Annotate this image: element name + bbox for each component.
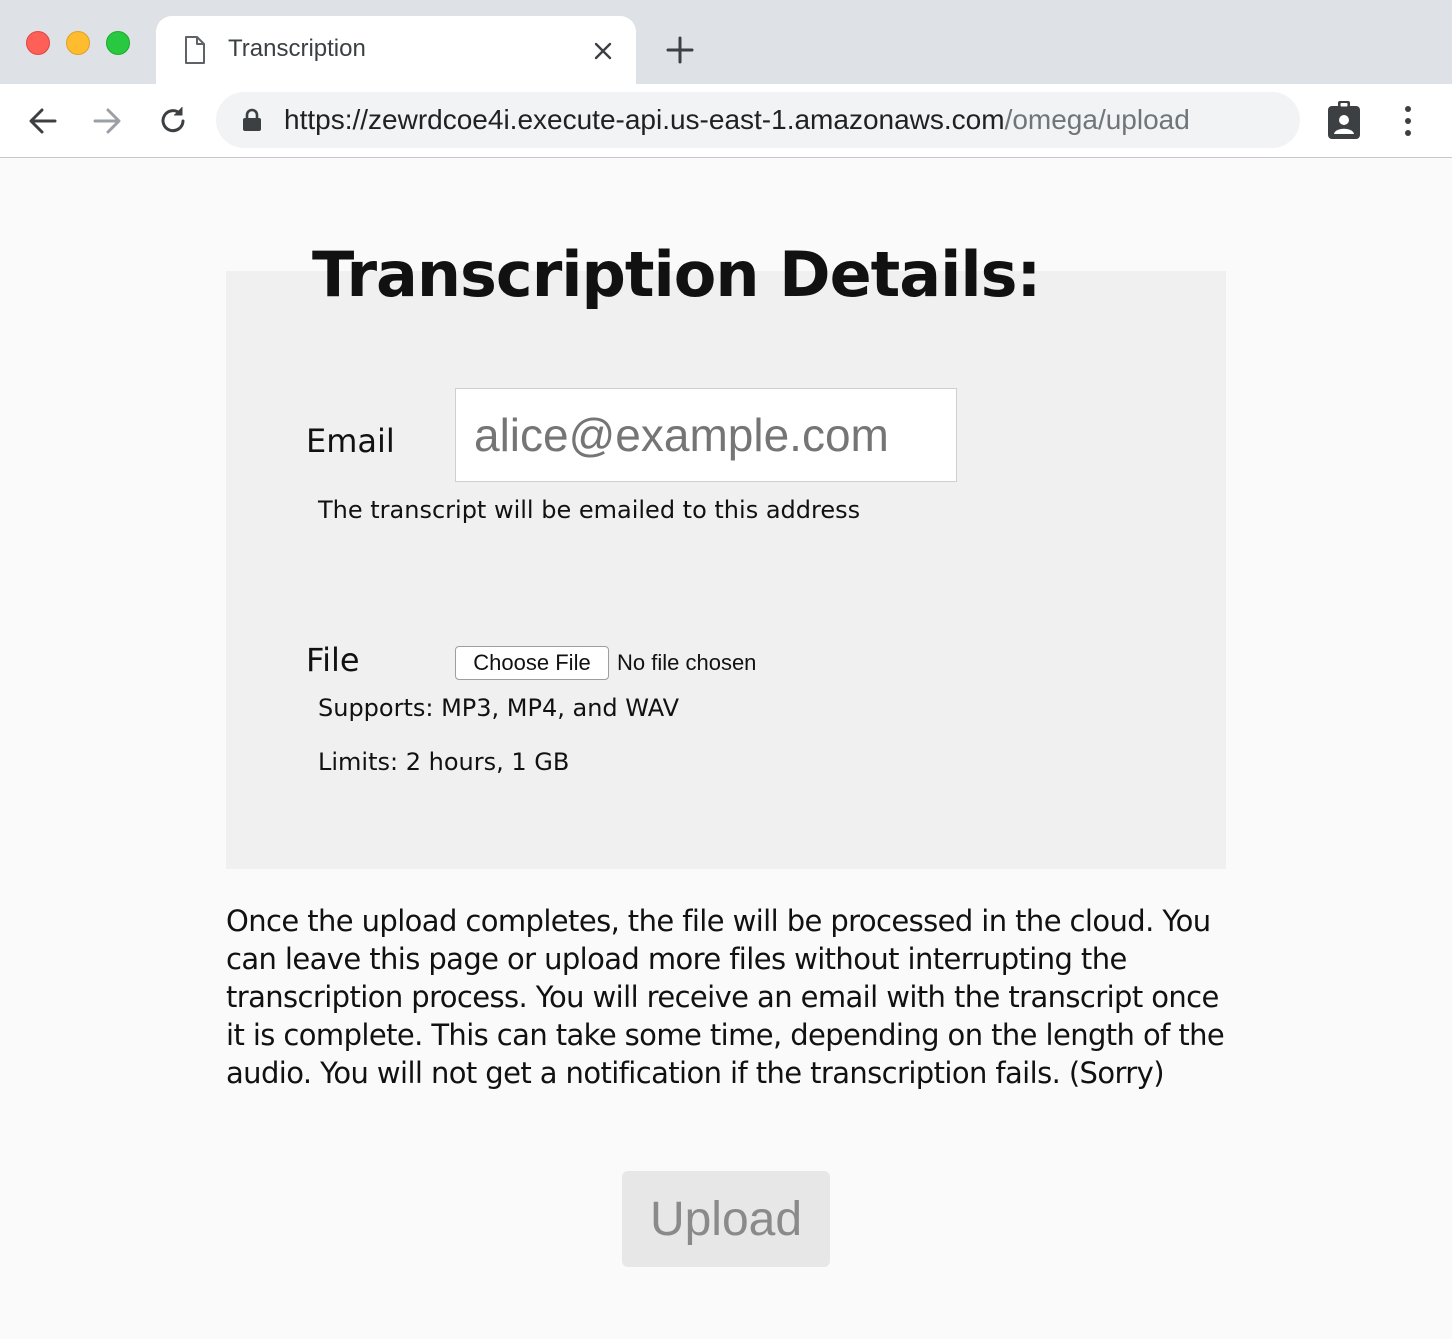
url-host: https://zewrdcoe4i.execute-api.us-east-1…: [284, 104, 1005, 135]
email-label: Email: [306, 422, 395, 460]
window-close-button[interactable]: [26, 31, 50, 55]
tab-transcription[interactable]: Transcription: [156, 16, 636, 84]
file-label: File: [306, 641, 360, 679]
window-maximize-button[interactable]: [106, 31, 130, 55]
lock-icon[interactable]: [242, 108, 262, 132]
tab-strip: Transcription: [0, 0, 1452, 84]
plus-icon[interactable]: [664, 34, 696, 66]
tab-title: Transcription: [228, 35, 366, 62]
choose-file-button[interactable]: Choose File: [455, 646, 609, 680]
url-text[interactable]: https://zewrdcoe4i.execute-api.us-east-1…: [284, 104, 1190, 136]
email-hint: The transcript will be emailed to this a…: [318, 496, 861, 524]
email-field[interactable]: [455, 388, 957, 482]
file-limits: Limits: 2 hours, 1 GB: [318, 748, 570, 776]
kebab-menu-icon[interactable]: [1396, 104, 1420, 138]
url-path: /omega/upload: [1004, 104, 1190, 135]
supported-formats: Supports: MP3, MP4, and WAV: [318, 694, 680, 722]
upload-button[interactable]: Upload: [622, 1171, 830, 1267]
window-minimize-button[interactable]: [66, 31, 90, 55]
reload-icon[interactable]: [156, 104, 190, 138]
info-paragraph: Once the upload completes, the file will…: [226, 904, 1225, 1090]
browser-toolbar: https://zewrdcoe4i.execute-api.us-east-1…: [0, 84, 1452, 158]
back-arrow-icon[interactable]: [26, 104, 60, 138]
address-bar[interactable]: https://zewrdcoe4i.execute-api.us-east-1…: [216, 92, 1300, 148]
close-icon[interactable]: [590, 38, 616, 64]
form-panel: [226, 271, 1226, 869]
page-title: Transcription Details:: [312, 238, 1041, 311]
badge-icon[interactable]: [1326, 100, 1362, 140]
document-icon: [185, 36, 205, 64]
file-status: No file chosen: [617, 650, 757, 675]
forward-arrow-icon[interactable]: [90, 104, 124, 138]
